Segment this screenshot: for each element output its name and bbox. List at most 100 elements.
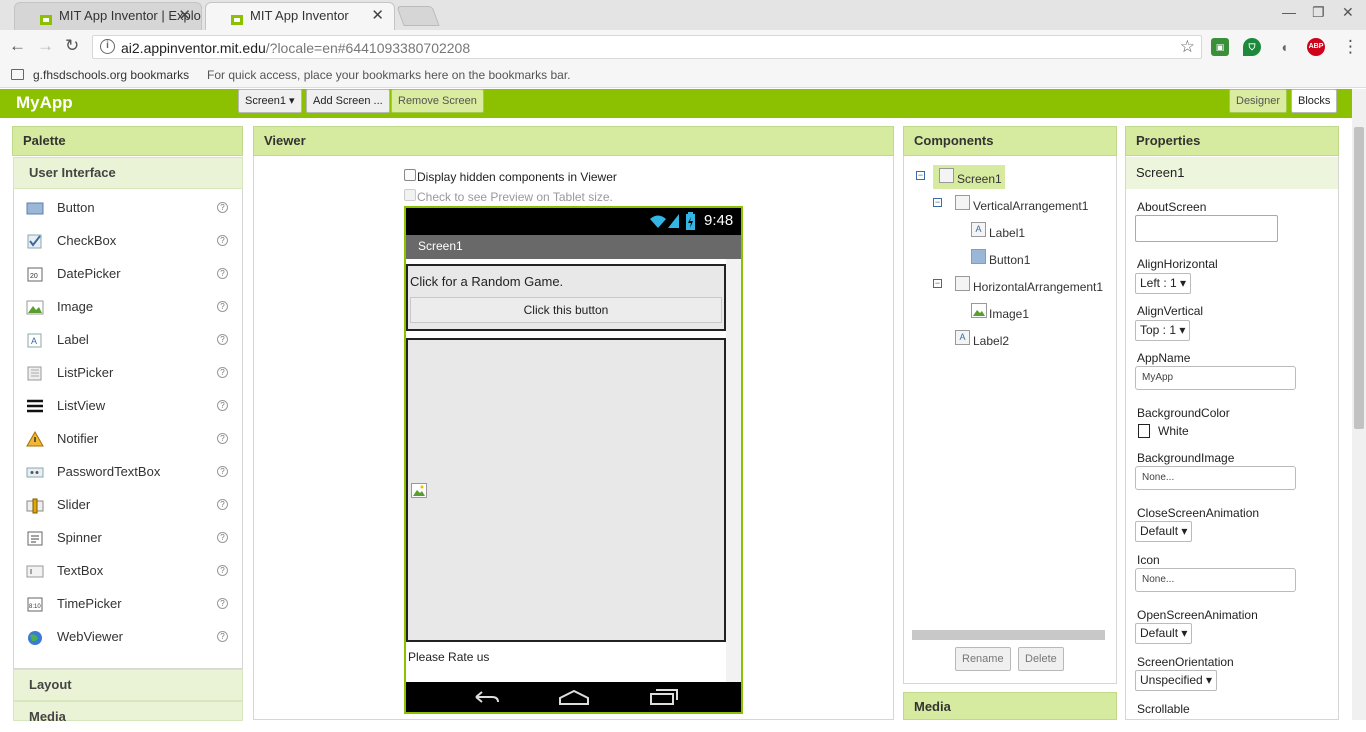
help-icon[interactable]: ? <box>217 301 228 312</box>
browser-tab-explore[interactable]: MIT App Inventor | Explo ✕ <box>14 2 202 30</box>
tree-item-screen1[interactable]: Screen1 <box>957 172 1002 186</box>
remove-screen-button[interactable]: Remove Screen <box>391 89 484 113</box>
tablet-preview-checkbox[interactable] <box>404 189 416 201</box>
help-icon[interactable]: ? <box>217 202 228 213</box>
minimize-icon[interactable]: ― <box>1282 4 1296 20</box>
help-icon[interactable]: ? <box>217 268 228 279</box>
address-bar[interactable]: i ai2.appinventor.mit.edu/?locale=en#644… <box>92 35 1202 59</box>
help-icon[interactable]: ? <box>217 565 228 576</box>
collapse-horizontal-icon[interactable]: − <box>933 279 942 288</box>
delete-button[interactable]: Delete <box>1018 647 1064 671</box>
tree-item-button1[interactable]: Button1 <box>989 253 1030 267</box>
palette-item-textbox[interactable]: TextBox? <box>14 556 242 589</box>
page-scrollbar[interactable] <box>1352 89 1366 720</box>
background-image-input[interactable]: None... <box>1135 466 1296 490</box>
palette-item-slider[interactable]: Slider? <box>14 490 242 523</box>
help-icon[interactable]: ? <box>217 532 228 543</box>
help-icon[interactable]: ? <box>217 631 228 642</box>
shield-extension-icon[interactable]: ⛉ <box>1243 38 1261 56</box>
help-icon[interactable]: ? <box>217 334 228 345</box>
help-icon[interactable]: ? <box>217 499 228 510</box>
palette-item-checkbox[interactable]: CheckBox? <box>14 226 242 259</box>
tab-title: MIT App Inventor <box>250 8 349 23</box>
phone-preview: 9:48 Screen1 Click for a Random Game. Cl… <box>404 206 743 714</box>
audio-extension-icon[interactable]: ◖ <box>1275 38 1293 56</box>
back-nav-icon <box>475 691 499 703</box>
show-hidden-checkbox[interactable] <box>404 169 416 181</box>
prop-open-animation-label: OpenScreenAnimation <box>1137 608 1258 622</box>
horizontal-arrangement-preview[interactable] <box>406 338 726 642</box>
screen-select[interactable]: Screen1 ▾ <box>238 89 302 113</box>
background-color-swatch[interactable] <box>1138 424 1150 438</box>
help-icon[interactable]: ? <box>217 598 228 609</box>
orientation-select[interactable]: Unspecified ▾ <box>1135 670 1218 691</box>
new-tab-button[interactable] <box>396 6 440 26</box>
align-vertical-select[interactable]: Top : 1 ▾ <box>1135 320 1191 341</box>
browser-tab-active[interactable]: MIT App Inventor ✕ <box>205 2 395 30</box>
chrome-menu-icon[interactable]: ⋮ <box>1342 37 1359 57</box>
tree-item-image1[interactable]: Image1 <box>989 307 1029 321</box>
help-icon[interactable]: ? <box>217 466 228 477</box>
help-icon[interactable]: ? <box>217 400 228 411</box>
open-animation-select[interactable]: Default ▾ <box>1135 623 1193 644</box>
tree-item-horizontal-arrangement1[interactable]: HorizontalArrangement1 <box>973 280 1103 294</box>
palette-section-media[interactable]: Media <box>13 701 243 724</box>
adblock-icon[interactable]: ABP <box>1307 38 1325 56</box>
info-icon[interactable]: i <box>100 39 115 54</box>
screen-component-icon <box>939 168 954 183</box>
palette-item-webviewer[interactable]: WebViewer? <box>14 622 242 655</box>
background-color-value[interactable]: White <box>1158 424 1189 438</box>
help-icon[interactable]: ? <box>217 367 228 378</box>
button1-preview[interactable]: Click this button <box>410 297 722 323</box>
palette-item-timepicker[interactable]: 8:10 TimePicker? <box>14 589 242 622</box>
components-scrollbar[interactable] <box>912 630 1105 640</box>
tree-item-label1[interactable]: Label1 <box>989 226 1025 240</box>
scrollbar-thumb[interactable] <box>1354 127 1364 429</box>
palette-item-button[interactable]: Button? <box>14 193 242 226</box>
tree-item-label2[interactable]: Label2 <box>973 334 1009 348</box>
app-name-input[interactable]: MyApp <box>1135 366 1296 390</box>
close-animation-select[interactable]: Default ▾ <box>1135 521 1193 542</box>
palette-item-spinner[interactable]: Spinner? <box>14 523 242 556</box>
about-screen-textarea[interactable] <box>1135 215 1278 242</box>
collapse-screen1-icon[interactable]: − <box>916 171 925 180</box>
tree-item-vertical-arrangement1[interactable]: VerticalArrangement1 <box>973 199 1088 213</box>
icon-input[interactable]: None... <box>1135 568 1296 592</box>
help-icon[interactable]: ? <box>217 235 228 246</box>
palette-item-datepicker[interactable]: 20 DatePicker? <box>14 259 242 292</box>
image1-preview-icon[interactable] <box>411 483 427 498</box>
blocks-button[interactable]: Blocks <box>1291 89 1338 113</box>
webviewer-icon <box>26 629 44 645</box>
phone-nav-bar <box>406 682 741 712</box>
forward-arrow-icon[interactable]: → <box>37 36 54 56</box>
label2-preview[interactable]: Please Rate us <box>408 650 489 664</box>
collapse-vertical-icon[interactable]: − <box>933 198 942 207</box>
palette-item-listview[interactable]: ListView? <box>14 391 242 424</box>
palette-section-layout[interactable]: Layout <box>13 669 243 701</box>
close-window-icon[interactable]: ✕ <box>1342 4 1354 21</box>
close-tab-icon[interactable]: ✕ <box>371 3 384 29</box>
reload-icon[interactable]: ↻ <box>65 36 79 56</box>
classroom-extension-icon[interactable]: ▣ <box>1211 38 1229 56</box>
palette-item-image[interactable]: Image? <box>14 292 242 325</box>
bookmark-star-icon[interactable]: ☆ <box>1180 37 1195 57</box>
palette-section-user-interface[interactable]: User Interface <box>13 157 243 189</box>
back-arrow-icon[interactable]: ← <box>9 36 26 56</box>
checkbox-icon <box>26 233 44 249</box>
palette-item-listpicker[interactable]: ListPicker? <box>14 358 242 391</box>
palette-item-notifier[interactable]: Notifier? <box>14 424 242 457</box>
palette-item-label: ListView <box>57 398 106 413</box>
palette-item-passwordtextbox[interactable]: PasswordTextBox? <box>14 457 242 490</box>
label1-preview[interactable]: Click for a Random Game. <box>410 274 563 289</box>
timepicker-icon: 8:10 <box>26 596 44 612</box>
rename-button[interactable]: Rename <box>955 647 1011 671</box>
designer-button[interactable]: Designer <box>1229 89 1288 113</box>
align-horizontal-select[interactable]: Left : 1 ▾ <box>1135 273 1192 294</box>
palette-item-label[interactable]: A Label? <box>14 325 242 358</box>
bookmark-folder[interactable]: g.fhsdschools.org bookmarks <box>33 68 189 82</box>
help-icon[interactable]: ? <box>217 433 228 444</box>
vertical-arrangement-preview[interactable]: Click for a Random Game. Click this butt… <box>406 264 726 331</box>
add-screen-button[interactable]: Add Screen ... <box>306 89 390 113</box>
restore-icon[interactable]: ❐ <box>1312 4 1325 21</box>
close-tab-icon[interactable]: ✕ <box>178 3 191 29</box>
